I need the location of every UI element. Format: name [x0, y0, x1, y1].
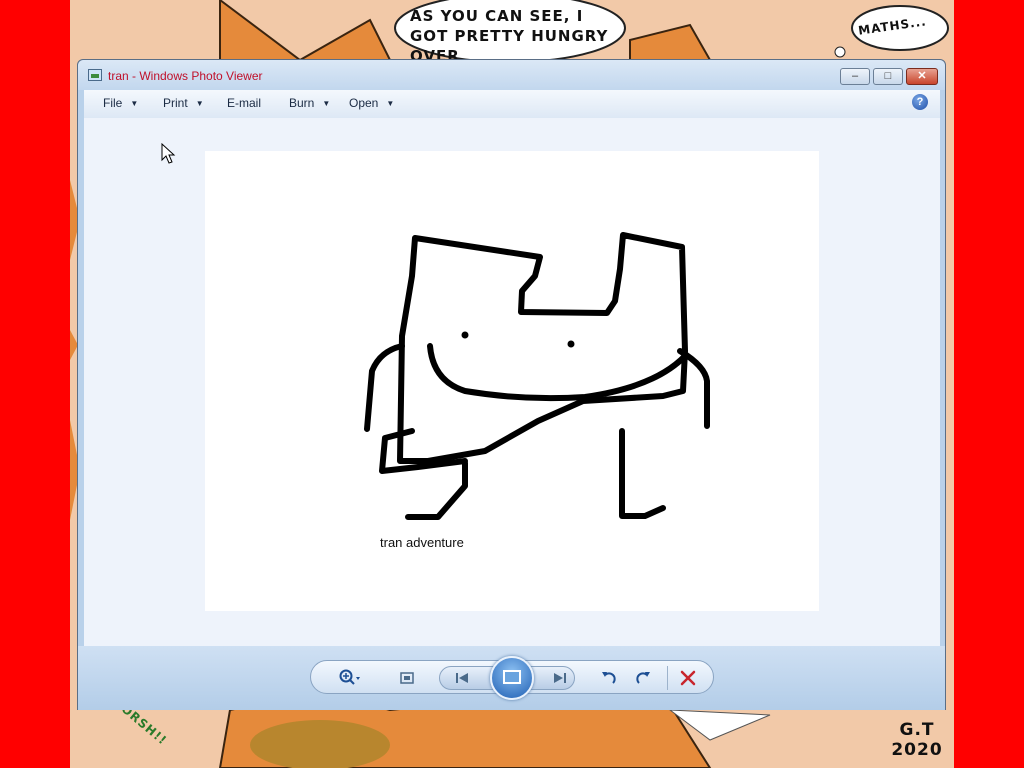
desktop-border-right: [954, 0, 1024, 768]
displayed-image: tran adventure: [205, 151, 819, 611]
image-caption: tran adventure: [380, 535, 464, 550]
title-bar[interactable]: tran - Windows Photo Viewer – □ ✕: [78, 60, 945, 90]
chevron-down-icon: ▼: [386, 99, 395, 108]
file-menu-label: File: [103, 96, 123, 110]
chevron-down-icon: ▼: [322, 99, 331, 108]
minimize-button[interactable]: –: [840, 68, 870, 85]
email-button[interactable]: E-mail: [227, 96, 261, 110]
photo-viewer-app-icon[interactable]: [88, 69, 102, 81]
image-viewing-area: tran adventure: [84, 118, 940, 646]
comic-signature: G.T 2020: [891, 720, 943, 760]
help-icon[interactable]: ?: [912, 94, 928, 110]
fit-to-window-icon[interactable]: [396, 668, 418, 688]
print-menu[interactable]: Print ▼: [163, 96, 204, 110]
maximize-button[interactable]: □: [873, 68, 903, 85]
comic-speech-text: AS YOU CAN SEE, I GOT PRETTY HUNGRY OVER: [410, 7, 609, 65]
open-menu-label: Open: [349, 96, 379, 110]
window-title: tran - Windows Photo Viewer: [108, 69, 263, 83]
delete-icon[interactable]: [677, 668, 699, 688]
burn-menu-label: Burn: [289, 96, 315, 110]
zoom-icon[interactable]: [338, 668, 360, 688]
next-icon[interactable]: [549, 668, 571, 688]
open-menu[interactable]: Open ▼: [349, 96, 394, 110]
file-menu[interactable]: File ▼: [103, 96, 138, 110]
tran-drawing: [364, 232, 710, 520]
rotate-clockwise-icon[interactable]: [632, 668, 654, 688]
desktop-border-left: [0, 0, 70, 768]
slideshow-button[interactable]: [490, 656, 534, 700]
chevron-down-icon: ▼: [130, 99, 139, 108]
toolbar-separator: [667, 666, 668, 690]
burn-menu[interactable]: Burn ▼: [289, 96, 330, 110]
print-menu-label: Print: [163, 96, 188, 110]
slideshow-icon: [503, 670, 521, 684]
rotate-counterclockwise-icon[interactable]: [598, 668, 620, 688]
navigation-bar: [78, 646, 945, 710]
command-bar: File ▼ Print ▼ E-mail Burn ▼ Open ▼ ?: [84, 90, 940, 119]
photo-viewer-window: tran - Windows Photo Viewer – □ ✕ File ▼ …: [77, 59, 946, 710]
previous-icon[interactable]: [451, 668, 473, 688]
mouse-cursor-icon: [161, 143, 176, 164]
chevron-down-icon: ▼: [195, 99, 204, 108]
close-button[interactable]: ✕: [906, 68, 938, 85]
email-button-label: E-mail: [227, 96, 262, 110]
